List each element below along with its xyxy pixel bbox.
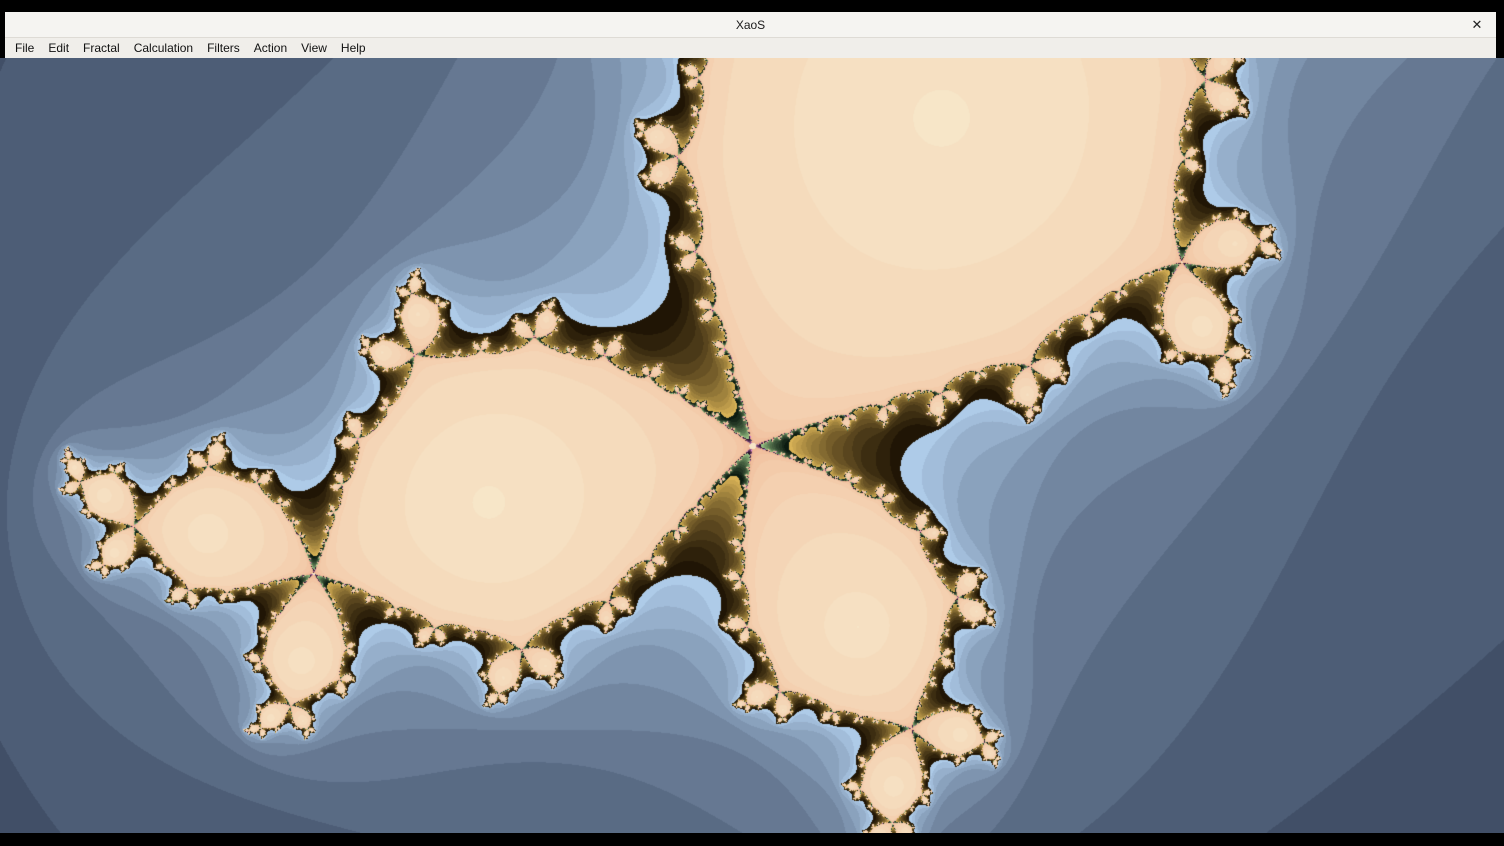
menu-item-calculation[interactable]: Calculation xyxy=(127,39,200,57)
menu-item-help[interactable]: Help xyxy=(334,39,373,57)
title-bar[interactable]: XaoS ✕ xyxy=(5,12,1496,38)
screen-edge-bottom xyxy=(0,833,1504,846)
menu-item-fractal[interactable]: Fractal xyxy=(76,39,127,57)
menu-item-file[interactable]: File xyxy=(8,39,41,57)
menu-bar: File Edit Fractal Calculation Filters Ac… xyxy=(5,38,1496,58)
window-title: XaoS xyxy=(736,18,765,32)
menu-item-filters[interactable]: Filters xyxy=(200,39,247,57)
fractal-canvas[interactable] xyxy=(0,58,1504,833)
menu-item-action[interactable]: Action xyxy=(247,39,294,57)
menu-item-edit[interactable]: Edit xyxy=(41,39,76,57)
close-icon[interactable]: ✕ xyxy=(1468,17,1486,33)
screen-edge-top xyxy=(0,0,1504,12)
menu-item-view[interactable]: View xyxy=(294,39,334,57)
